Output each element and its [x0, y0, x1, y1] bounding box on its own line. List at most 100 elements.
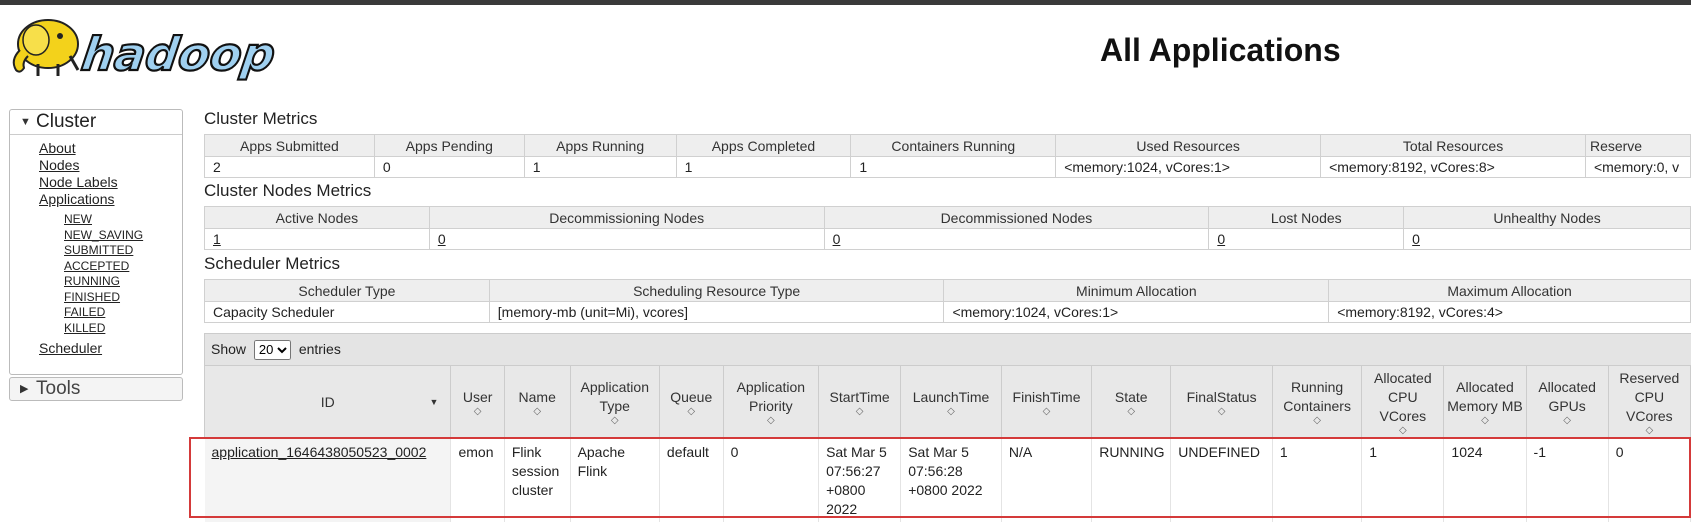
cell-user: emon	[451, 439, 504, 522]
col-header-finalstatus[interactable]: FinalStatus◇	[1171, 366, 1273, 439]
hadoop-wordmark: hadoop	[78, 27, 278, 81]
col-header-user[interactable]: User◇	[451, 366, 504, 439]
sidebar-link-about[interactable]: About	[39, 140, 143, 157]
table-row[interactable]: application_1646438050523_0002 emon Flin…	[205, 439, 1691, 522]
applications-table: ID ▼ User◇ Name◇ Application Type◇ Queue…	[204, 365, 1691, 522]
application-id-link[interactable]: application_1646438050523_0002	[212, 444, 427, 460]
sort-icon: ◇	[821, 407, 898, 417]
nodes-header: Unhealthy Nodes	[1404, 207, 1691, 229]
col-header-state[interactable]: State◇	[1092, 366, 1171, 439]
sidebar-links: About Nodes Node Labels Applications NEW…	[39, 140, 143, 336]
decommissioned-nodes-link[interactable]: 0	[833, 231, 841, 247]
sort-icon: ◇	[662, 407, 721, 417]
cell-finishtime: N/A	[1001, 439, 1091, 522]
col-header-reserved-vcores[interactable]: Reserved CPU VCores◇	[1608, 366, 1690, 439]
col-header-finishtime[interactable]: FinishTime ◇	[1001, 366, 1091, 439]
cell-launchtime: Sat Mar 5 07:56:28 +0800 2022	[901, 439, 1002, 522]
col-header-queue[interactable]: Queue◇	[659, 366, 723, 439]
sidebar-cluster-panel: ▼Cluster About Nodes Node Labels Applica…	[9, 109, 183, 375]
sidebar-state-failed[interactable]: FAILED	[64, 305, 143, 321]
sidebar-tools-label: Tools	[36, 378, 80, 399]
cell-type: Apache Flink	[570, 439, 659, 522]
sidebar-state-new-saving[interactable]: NEW_SAVING	[64, 228, 143, 244]
cell-name: Flink session cluster	[504, 439, 570, 522]
metric-value: 1	[676, 157, 851, 178]
col-header-label: Allocated Memory MB	[1447, 379, 1522, 414]
nodes-metrics-table: Active Nodes Decommissioning Nodes Decom…	[204, 206, 1691, 250]
cluster-metrics-title: Cluster Metrics	[204, 109, 317, 129]
sidebar-link-node-labels[interactable]: Node Labels	[39, 174, 143, 191]
metric-value: 1	[524, 157, 676, 178]
lost-nodes-link[interactable]: 0	[1217, 231, 1225, 247]
col-header-label: Name	[519, 389, 556, 405]
table-row: Capacity Scheduler [memory-mb (unit=Mi),…	[205, 302, 1691, 323]
col-header-alloc-memory[interactable]: Allocated Memory MB◇	[1444, 366, 1526, 439]
col-header-label: FinishTime	[1013, 389, 1081, 405]
cell-state: RUNNING	[1092, 439, 1171, 522]
scheduler-header: Minimum Allocation	[944, 280, 1329, 302]
table-length-bar: Show 20 entries	[204, 333, 1691, 366]
col-header-type[interactable]: Application Type◇	[570, 366, 659, 439]
cell-running-containers: 1	[1272, 439, 1361, 522]
cell-starttime: Sat Mar 5 07:56:27 +0800 2022	[819, 439, 901, 522]
unhealthy-nodes-link[interactable]: 0	[1412, 231, 1420, 247]
sort-icon: ◇	[1173, 407, 1270, 417]
nodes-header: Decommissioned Nodes	[824, 207, 1209, 229]
table-header-row: Apps Submitted Apps Pending Apps Running…	[205, 135, 1691, 157]
col-header-alloc-vcores[interactable]: Allocated CPU VCores◇	[1362, 366, 1444, 439]
cell-priority: 0	[723, 439, 819, 522]
table-row: 1 0 0 0 0	[205, 229, 1691, 250]
col-header-label: ID	[321, 394, 335, 410]
sidebar-link-scheduler[interactable]: Scheduler	[39, 340, 102, 357]
cell-alloc-gpus: -1	[1526, 439, 1608, 522]
sidebar-state-submitted[interactable]: SUBMITTED	[64, 243, 143, 259]
col-header-label: Allocated CPU VCores	[1374, 370, 1432, 424]
col-header-starttime[interactable]: StartTime ◇	[819, 366, 901, 439]
sidebar-state-killed[interactable]: KILLED	[64, 321, 143, 337]
col-header-label: StartTime	[830, 389, 890, 405]
col-header-id[interactable]: ID ▼	[205, 366, 451, 439]
scheduler-header: Maximum Allocation	[1329, 280, 1691, 302]
cell-finalstatus: UNDEFINED	[1171, 439, 1273, 522]
scheduler-value: [memory-mb (unit=Mi), vcores]	[489, 302, 944, 323]
nodes-header: Active Nodes	[205, 207, 430, 229]
col-header-label: User	[463, 389, 493, 405]
col-header-launchtime[interactable]: LaunchTime◇	[901, 366, 1002, 439]
sidebar-state-new[interactable]: NEW	[64, 212, 143, 228]
sidebar-tools-panel[interactable]: ▶Tools	[9, 377, 183, 401]
caret-down-icon: ▼	[20, 110, 36, 134]
col-header-label: Application Type	[580, 379, 649, 414]
sort-icon: ◇	[1611, 426, 1688, 436]
table-row: 2 0 1 1 1 <memory:1024, vCores:1> <memor…	[205, 157, 1691, 178]
metric-value: 2	[205, 157, 375, 178]
sidebar-link-nodes[interactable]: Nodes	[39, 157, 143, 174]
col-header-running-containers[interactable]: Running Containers◇	[1272, 366, 1361, 439]
col-header-priority[interactable]: Application Priority◇	[723, 366, 819, 439]
col-header-label: Application Priority	[737, 379, 806, 414]
decommissioning-nodes-link[interactable]: 0	[438, 231, 446, 247]
sidebar-tools-header[interactable]: ▶Tools	[10, 378, 182, 400]
sort-icon: ◇	[507, 407, 568, 417]
sidebar-state-accepted[interactable]: ACCEPTED	[64, 259, 143, 275]
metric-value: <memory:8192, vCores:8>	[1321, 157, 1586, 178]
metric-value: <memory:1024, vCores:1>	[1056, 157, 1321, 178]
top-border	[0, 0, 1691, 5]
caret-right-icon: ▶	[20, 378, 36, 400]
cluster-metrics-table: Apps Submitted Apps Pending Apps Running…	[204, 134, 1691, 178]
active-nodes-link[interactable]: 1	[213, 231, 221, 247]
metric-header: Apps Completed	[676, 135, 851, 157]
col-header-alloc-gpus[interactable]: Allocated GPUs◇	[1526, 366, 1608, 439]
sort-icon: ◇	[903, 407, 999, 417]
sidebar-link-applications[interactable]: Applications	[39, 191, 143, 208]
col-header-name[interactable]: Name ◇	[504, 366, 570, 439]
col-header-label: State	[1115, 389, 1148, 405]
elephant-icon	[14, 20, 78, 76]
cell-queue: default	[659, 439, 723, 522]
scheduler-value: <memory:8192, vCores:4>	[1329, 302, 1691, 323]
sidebar-cluster-header[interactable]: ▼Cluster	[10, 110, 182, 135]
sidebar-state-finished[interactable]: FINISHED	[64, 290, 143, 306]
sidebar-state-running[interactable]: RUNNING	[64, 274, 143, 290]
scheduler-header: Scheduler Type	[205, 280, 490, 302]
sort-icon: ◇	[1004, 407, 1089, 417]
page-size-select[interactable]: 20	[254, 340, 291, 360]
